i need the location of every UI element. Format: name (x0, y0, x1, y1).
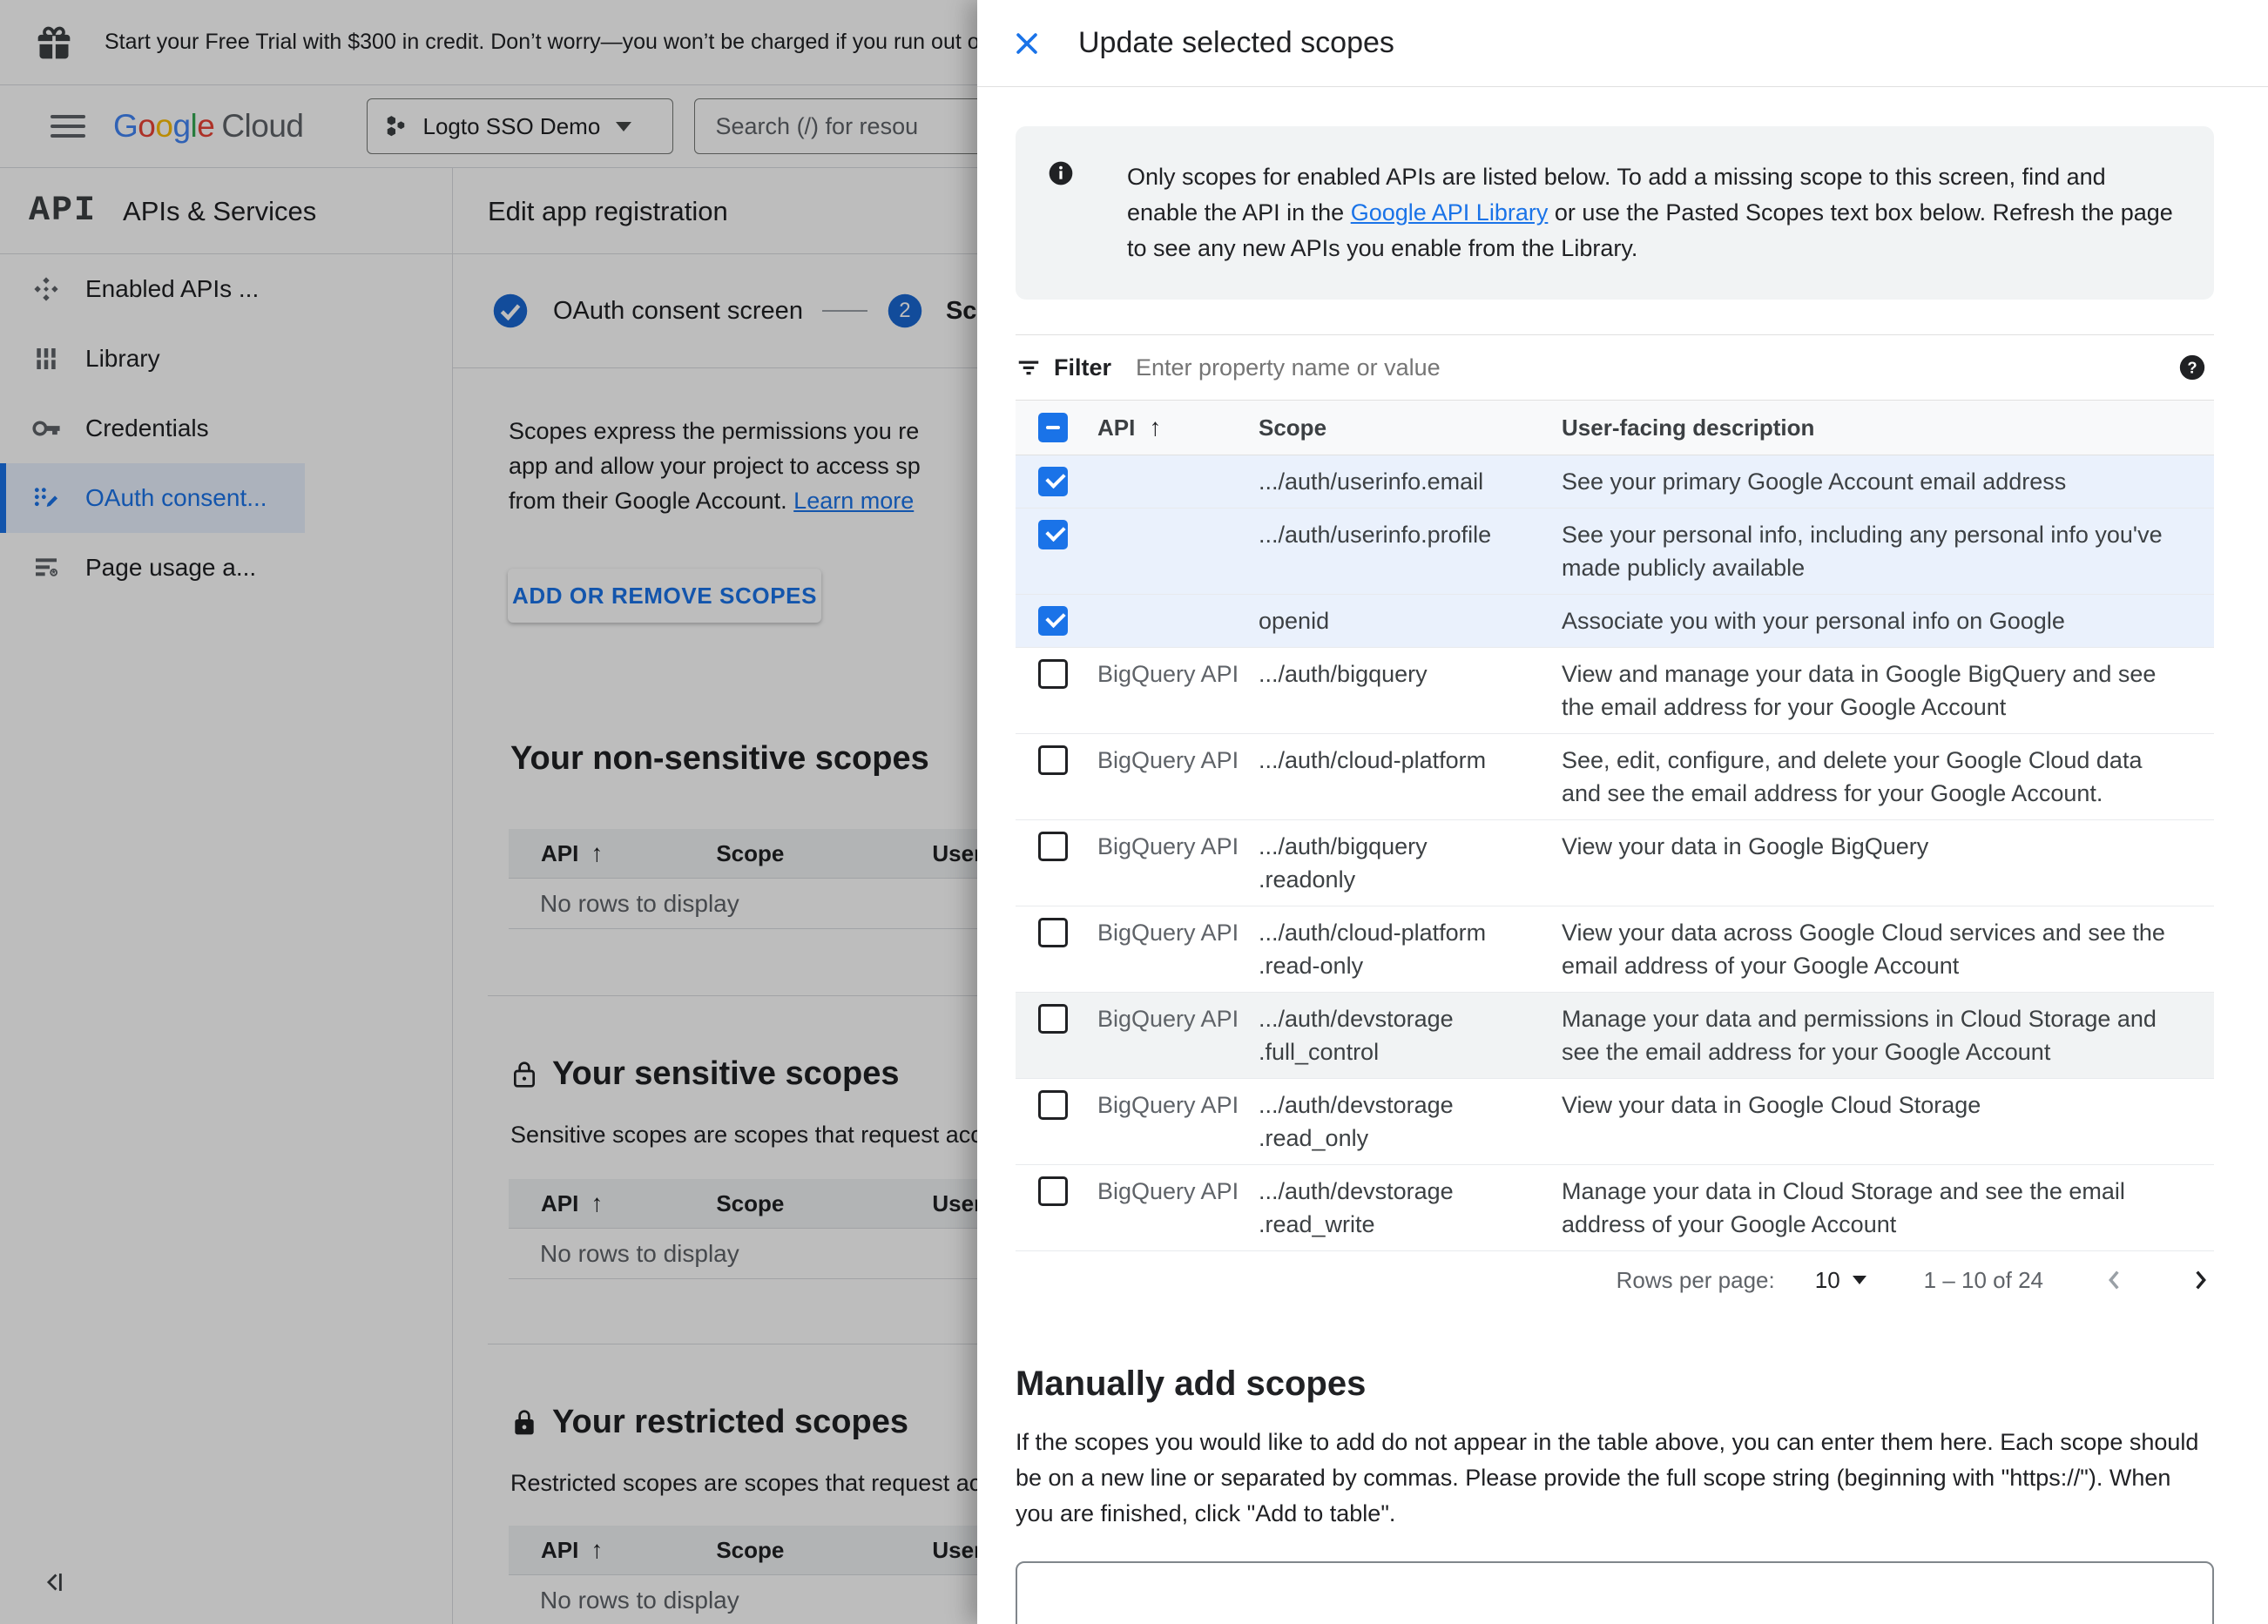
scope-row[interactable]: BigQuery API .../auth/devstorage .read_w… (1016, 1165, 2214, 1251)
filter-input[interactable] (1136, 354, 2177, 381)
google-api-library-link[interactable]: Google API Library (1351, 199, 1549, 226)
scope-row[interactable]: BigQuery API .../auth/devstorage .full_c… (1016, 993, 2214, 1079)
row-scope: .../auth/devstorage .full_control (1259, 1006, 1454, 1065)
help-icon[interactable]: ? (2177, 353, 2207, 382)
row-api: BigQuery API (1097, 1178, 1239, 1204)
row-checkbox[interactable] (1038, 659, 1068, 689)
scope-row[interactable]: .../auth/userinfo.profile See your perso… (1016, 509, 2214, 595)
pagination: Rows per page: 10 1 – 10 of 24 (1016, 1251, 2214, 1309)
scope-row[interactable]: openid Associate you with your personal … (1016, 595, 2214, 648)
row-api: BigQuery API (1097, 1006, 1239, 1032)
row-description: View and manage your data in Google BigQ… (1562, 661, 2157, 720)
row-checkbox[interactable] (1038, 606, 1068, 636)
row-description: See, edit, configure, and delete your Go… (1562, 747, 2143, 806)
pagination-range: 1 – 10 of 24 (1923, 1266, 2043, 1293)
row-scope: .../auth/bigquery (1259, 661, 1428, 687)
row-scope: .../auth/devstorage .read_write (1259, 1178, 1454, 1237)
row-api: BigQuery API (1097, 661, 1239, 687)
sort-asc-icon[interactable]: ↑ (1149, 414, 1161, 441)
manually-add-scopes-title: Manually add scopes (1016, 1365, 1367, 1403)
scopes-table-header: API ↑ Scope User-facing description (1016, 401, 2214, 455)
scope-row[interactable]: BigQuery API .../auth/bigquery View and … (1016, 648, 2214, 734)
row-description: Manage your data and permissions in Clou… (1562, 1006, 2157, 1065)
manually-add-scopes-description: If the scopes you would like to add do n… (1016, 1429, 2199, 1526)
info-icon (1047, 159, 1075, 266)
row-checkbox[interactable] (1038, 745, 1068, 775)
row-checkbox[interactable] (1038, 918, 1068, 947)
row-description: View your data across Google Cloud servi… (1562, 920, 2165, 979)
previous-page-icon[interactable] (2101, 1266, 2129, 1294)
scope-row[interactable]: BigQuery API .../auth/bigquery .readonly… (1016, 820, 2214, 906)
next-page-icon[interactable] (2186, 1266, 2214, 1294)
row-scope: .../auth/devstorage .read_only (1259, 1092, 1454, 1151)
row-description: View your data in Google Cloud Storage (1562, 1092, 1981, 1118)
manual-scopes-textarea[interactable] (1016, 1561, 2214, 1624)
chevron-down-icon (1852, 1276, 1866, 1284)
svg-text:?: ? (2187, 358, 2197, 376)
row-checkbox[interactable] (1038, 520, 1068, 549)
row-scope: .../auth/userinfo.email (1259, 468, 1484, 495)
row-description: See your primary Google Account email ad… (1562, 468, 2067, 495)
row-scope: .../auth/userinfo.profile (1259, 522, 1492, 548)
row-checkbox[interactable] (1038, 1176, 1068, 1206)
filter-bar: Filter ? (1016, 334, 2214, 401)
row-description: View your data in Google BigQuery (1562, 833, 1929, 859)
row-description: See your personal info, including any pe… (1562, 522, 2163, 581)
scopes-table: API ↑ Scope User-facing description .../a… (1016, 401, 2214, 1251)
row-api: BigQuery API (1097, 1092, 1239, 1118)
modal-scrim[interactable] (0, 0, 977, 1624)
rows-per-page-select[interactable]: 10 (1815, 1267, 1866, 1294)
google-cloud-console: Start your Free Trial with $300 in credi… (0, 0, 2268, 1624)
filter-label: Filter (1054, 354, 1112, 381)
info-banner: Only scopes for enabled APIs are listed … (1016, 126, 2214, 300)
filter-icon (1016, 354, 1042, 381)
update-scopes-panel: Update selected scopes Only scopes for e… (977, 0, 2268, 1624)
row-checkbox[interactable] (1038, 832, 1068, 861)
row-scope: .../auth/bigquery .readonly (1259, 833, 1428, 893)
row-checkbox[interactable] (1038, 1004, 1068, 1034)
scope-row[interactable]: BigQuery API .../auth/cloud-platform .re… (1016, 906, 2214, 993)
scopes-table-body: .../auth/userinfo.email See your primary… (1016, 455, 2214, 1251)
row-scope: .../auth/cloud-platform (1259, 747, 1487, 773)
row-scope: openid (1259, 608, 1330, 634)
panel-header: Update selected scopes (977, 0, 2268, 87)
row-api: BigQuery API (1097, 920, 1239, 946)
row-checkbox[interactable] (1038, 467, 1068, 496)
close-icon[interactable] (1012, 29, 1042, 58)
scope-row[interactable]: BigQuery API .../auth/devstorage .read_o… (1016, 1079, 2214, 1165)
panel-body: Only scopes for enabled APIs are listed … (1016, 87, 2214, 1624)
row-checkbox[interactable] (1038, 1090, 1068, 1120)
row-description: Manage your data in Cloud Storage and se… (1562, 1178, 2125, 1237)
row-api: BigQuery API (1097, 747, 1239, 773)
row-scope: .../auth/cloud-platform .read-only (1259, 920, 1487, 979)
scope-row[interactable]: .../auth/userinfo.email See your primary… (1016, 455, 2214, 509)
row-api: BigQuery API (1097, 833, 1239, 859)
select-all-checkbox[interactable] (1038, 413, 1068, 442)
rows-per-page-label: Rows per page: (1616, 1266, 1775, 1293)
row-description: Associate you with your personal info on… (1562, 608, 2065, 634)
scope-row[interactable]: BigQuery API .../auth/cloud-platform See… (1016, 734, 2214, 820)
panel-title: Update selected scopes (1078, 26, 1394, 59)
